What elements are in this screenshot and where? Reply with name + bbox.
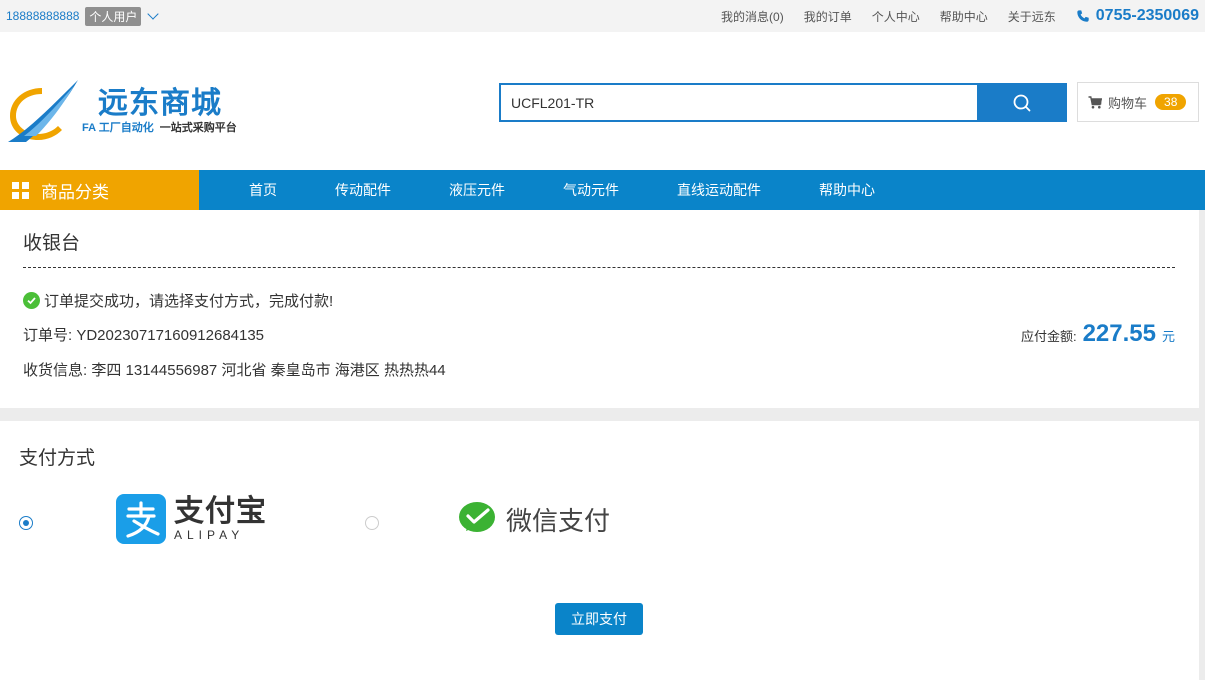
main-nav: 商品分类 首页 传动配件 液压元件 气动元件 直线运动配件 帮助中心 [0,170,1205,210]
logo-emblem-icon [8,80,78,142]
checkout-panel: 收银台 订单提交成功，请选择支付方式，完成付款! 订单号: YD20230717… [0,210,1199,408]
hotline: 0755-2350069 [1076,7,1199,25]
site-logo[interactable]: 远东商城 FA 工厂自动化 一站式采购平台 [4,76,244,148]
top-bar: 18888888888 个人用户 我的消息(0) 我的订单 个人中心 帮助中心 … [0,0,1205,32]
order-number-label: 订单号: [23,327,73,344]
search-icon [1013,94,1031,111]
alipay-logo-icon [116,494,166,544]
site-header: 远东商城 FA 工厂自动化一站式采购平台 购物车 38 [0,32,1205,170]
top-links: 我的消息(0) 我的订单 个人中心 帮助中心 关于远东 0755-2350069 [701,0,1199,32]
alipay-radio[interactable] [19,516,33,530]
link-help-center[interactable]: 帮助中心 [940,8,988,25]
nav-item-home[interactable]: 首页 [220,180,306,200]
nav-items: 首页 传动配件 液压元件 气动元件 直线运动配件 帮助中心 [220,170,904,210]
alipay-option[interactable]: 支付宝 ALIPAY [116,493,267,545]
link-about[interactable]: 关于远东 [1008,8,1056,25]
right-edge-strip [1199,210,1205,680]
search-bar [499,83,1067,122]
amount-due: 应付金额: 227.55 元 [1021,320,1175,348]
category-label: 商品分类 [41,182,109,202]
search-button[interactable] [977,83,1067,122]
cart-count-badge: 38 [1155,94,1187,110]
receiver-label: 收货信息: [23,362,88,379]
nav-item-transmission[interactable]: 传动配件 [306,180,420,200]
link-my-orders[interactable]: 我的订单 [804,8,852,25]
nav-item-linear-motion[interactable]: 直线运动配件 [648,180,790,200]
order-number: YD20230717160912684135 [76,327,265,344]
success-text: 订单提交成功，请选择支付方式，完成付款! [44,293,334,310]
grid-icon [12,181,29,199]
chevron-down-icon[interactable] [147,8,160,20]
user-phone[interactable]: 18888888888 [6,9,79,23]
phone-icon [1077,10,1089,22]
cart-label: 购物车 [1108,95,1148,111]
alipay-name: 支付宝 [174,495,267,528]
link-my-messages[interactable]: 我的消息(0) [721,8,784,25]
user-type-badge: 个人用户 [85,6,142,26]
alipay-en: ALIPAY [174,528,245,542]
wechat-option[interactable]: 微信支付 [458,499,610,539]
wechat-name: 微信支付 [506,505,611,536]
link-user-center[interactable]: 个人中心 [872,8,920,25]
slogan-platform: 一站式采购平台 [159,122,237,134]
nav-item-hydraulic[interactable]: 液压元件 [420,180,534,200]
success-message: 订单提交成功，请选择支付方式，完成付款! [23,290,333,311]
cart-icon [1088,95,1102,108]
category-menu-button[interactable]: 商品分类 [0,170,199,210]
wechat-radio[interactable] [365,516,379,530]
wechat-pay-icon [459,502,495,532]
slogan-fa: FA 工厂自动化 [82,122,154,134]
amount-value: 227.55 [1082,320,1156,347]
pay-now-button[interactable]: 立即支付 [555,603,643,635]
alipay-text: 支付宝 ALIPAY [174,495,267,543]
brand-name: 远东商城 [98,87,222,120]
payment-title: 支付方式 [19,448,96,469]
nav-item-pneumatic[interactable]: 气动元件 [534,180,648,200]
nav-item-help[interactable]: 帮助中心 [790,180,904,200]
receiver-info-row: 收货信息: 李四 13144556987 河北省 秦皇岛市 海港区 热热热44 [23,359,446,380]
dashed-divider [23,267,1175,268]
brand-slogan: FA 工厂自动化 一站式采购平台 [82,119,237,135]
cart-button[interactable]: 购物车 38 [1077,82,1199,122]
search-input[interactable] [499,83,977,122]
payment-panel: 支付方式 支付宝 ALIPAY 微信支付 立即支付 [0,421,1199,680]
amount-unit: 元 [1161,329,1175,344]
hotline-number: 0755-2350069 [1095,7,1199,24]
check-circle-icon [23,292,40,309]
user-info: 18888888888 个人用户 [6,0,160,32]
order-number-row: 订单号: YD20230717160912684135 [23,324,264,345]
section-gap [0,408,1205,421]
amount-label: 应付金额: [1020,329,1077,344]
checkout-title: 收银台 [23,233,81,254]
receiver-info: 李四 13144556987 河北省 秦皇岛市 海港区 热热热44 [91,362,446,379]
